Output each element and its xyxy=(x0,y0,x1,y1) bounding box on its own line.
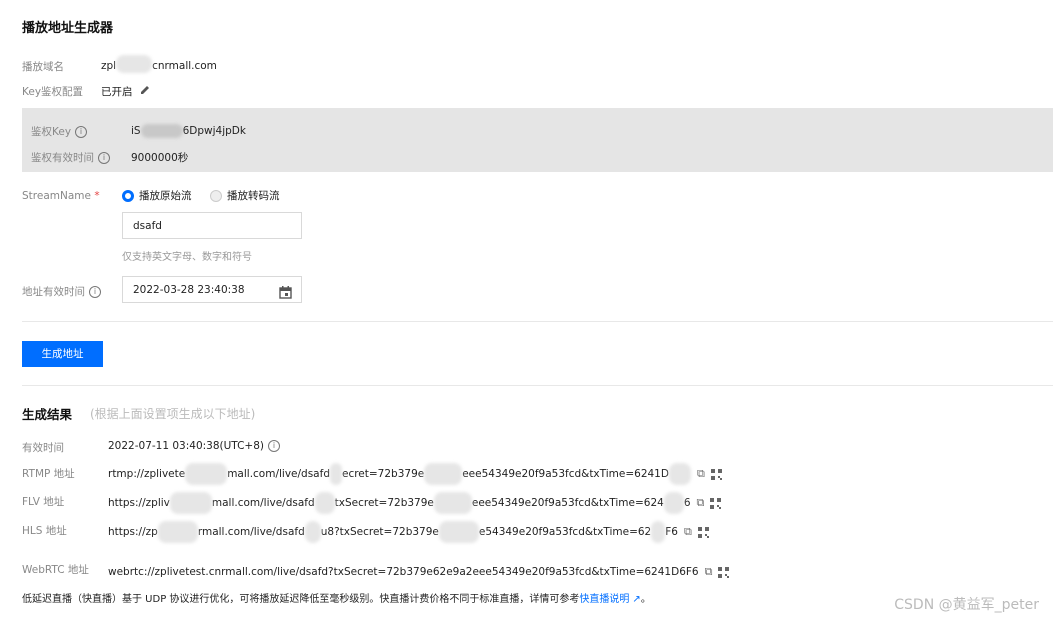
url-part: https://zp xyxy=(108,526,158,538)
auth-valid-value: 9000000秒 xyxy=(131,152,189,164)
copy-icon[interactable]: ⧉ xyxy=(697,496,705,510)
key-auth-status: 已开启 xyxy=(101,86,133,98)
url-part: eee54349e20f9a53fcd&txTime=6241D xyxy=(462,468,669,480)
edit-icon[interactable] xyxy=(140,85,150,98)
result-valid-label: 有效时间 xyxy=(22,442,64,454)
footer-end: 。 xyxy=(640,594,651,605)
redaction-blur xyxy=(314,492,335,514)
result-title: 生成结果 xyxy=(22,407,73,422)
redaction-blur xyxy=(157,521,198,543)
domain-value-prefix: zpl xyxy=(101,60,117,72)
auth-valid-label-text: 鉴权有效时间 xyxy=(31,152,94,164)
url-part: mall.com/live/dsafd xyxy=(227,468,330,480)
copy-icon[interactable]: ⧉ xyxy=(705,565,713,579)
redaction-blur xyxy=(140,124,183,138)
footer-note: 低延迟直播（快直播）基于 UDP 协议进行优化，可将播放延迟降低至毫秒级别。快直… xyxy=(22,590,651,605)
url-part: 6 xyxy=(683,497,691,509)
auth-key-prefix: iS xyxy=(131,125,141,137)
info-icon[interactable]: i xyxy=(98,152,110,164)
radio-original-stream[interactable]: 播放原始流 xyxy=(122,188,192,203)
webrtc-url-text: webrtc://zplivetest.cnrmall.com/live/dsa… xyxy=(108,566,699,578)
url-part: e54349e20f9a53fcd&txTime=62 xyxy=(478,526,652,538)
redaction-blur xyxy=(668,463,691,485)
redaction-blur xyxy=(433,492,472,514)
redaction-blur xyxy=(304,521,321,543)
url-part: https://zpliv xyxy=(108,497,170,509)
copy-icon[interactable]: ⧉ xyxy=(684,525,692,539)
redaction-blur xyxy=(185,463,228,485)
redaction-blur xyxy=(438,521,479,543)
webrtc-label: WebRTC 地址 xyxy=(22,564,89,576)
calendar-icon[interactable] xyxy=(279,283,292,309)
domain-value-suffix: cnrmall.com xyxy=(152,60,217,72)
url-part: F6 xyxy=(665,526,678,538)
qrcode-icon[interactable] xyxy=(718,566,730,578)
webrtc-url: webrtc://zplivetest.cnrmall.com/live/dsa… xyxy=(108,565,730,579)
external-link-icon[interactable]: ↗ xyxy=(632,594,640,605)
footer-text: 低延迟直播（快直播）基于 UDP 协议进行优化，可将播放延迟降低至毫秒级别。快直… xyxy=(22,594,580,605)
redaction-blur xyxy=(663,492,684,514)
info-icon[interactable]: i xyxy=(268,440,281,452)
stream-name-label-text: StreamName xyxy=(22,190,91,202)
domain-label: 播放域名 xyxy=(22,61,64,73)
url-part: u8?txSecret=72b379e xyxy=(320,526,439,538)
rtmp-url: rtmp://zplivete mall.com/live/dsafd ecret=… xyxy=(108,463,722,485)
domain-value: zpl cnrmall.com xyxy=(101,55,217,73)
expire-label: 地址有效时间 i xyxy=(22,284,101,299)
copy-icon[interactable]: ⧉ xyxy=(697,467,705,481)
url-part: ecret=72b379e xyxy=(341,468,425,480)
expire-datetime-input[interactable]: 2022-03-28 23:40:38 xyxy=(122,276,302,303)
url-part: mall.com/live/dsafd xyxy=(211,497,315,509)
qrcode-icon[interactable] xyxy=(710,497,722,509)
auth-valid-label: 鉴权有效时间 i xyxy=(31,150,110,165)
divider xyxy=(22,385,1053,386)
result-valid-text: 2022-07-11 03:40:38(UTC+8) xyxy=(108,440,265,452)
radio-original-label: 播放原始流 xyxy=(139,190,192,202)
radio-selected-icon[interactable] xyxy=(122,190,134,202)
hls-label: HLS 地址 xyxy=(22,525,67,537)
qrcode-icon[interactable] xyxy=(710,468,722,480)
auth-key-value: iS 6Dpwj4jpDk xyxy=(131,124,246,138)
rtmp-label: RTMP 地址 xyxy=(22,468,75,480)
result-valid-value: 2022-07-11 03:40:38(UTC+8) i xyxy=(108,440,281,452)
expire-label-text: 地址有效时间 xyxy=(22,286,85,298)
flv-label: FLV 地址 xyxy=(22,496,65,508)
stream-name-label: StreamName * xyxy=(22,190,100,202)
quick-live-doc-link[interactable]: 快直播说明 xyxy=(579,594,629,605)
expire-datetime-value: 2022-03-28 23:40:38 xyxy=(133,284,245,296)
required-mark: * xyxy=(94,190,100,202)
hls-url: https://zp rmall.com/live/dsafd u8?txSecre… xyxy=(108,521,709,543)
redaction-blur xyxy=(651,521,666,543)
result-subtitle: (根据上面设置项生成以下地址) xyxy=(90,407,256,421)
flv-url: https://zpliv mall.com/live/dsafd txSecret… xyxy=(108,492,722,514)
redaction-blur xyxy=(116,55,153,73)
url-part: rtmp://zplivete xyxy=(108,468,186,480)
info-icon[interactable]: i xyxy=(89,286,101,298)
generate-address-button[interactable]: 生成地址 xyxy=(22,341,103,367)
qrcode-icon[interactable] xyxy=(697,526,709,538)
radio-transcode-stream[interactable]: 播放转码流 xyxy=(210,188,280,203)
auth-key-label-text: 鉴权Key xyxy=(31,126,72,138)
watermark: CSDN @黄益军_peter xyxy=(894,597,1039,613)
key-auth-value: 已开启 xyxy=(101,84,150,99)
page-title: 播放地址生成器 xyxy=(22,21,114,36)
radio-transcode-label: 播放转码流 xyxy=(227,190,280,202)
key-auth-label: Key鉴权配置 xyxy=(22,86,84,98)
radio-unselected-icon[interactable] xyxy=(210,190,222,202)
auth-key-suffix: 6Dpwj4jpDk xyxy=(182,125,246,137)
auth-key-label: 鉴权Key i xyxy=(31,124,88,139)
redaction-blur xyxy=(329,463,342,485)
url-part: rmall.com/live/dsafd xyxy=(197,526,305,538)
redaction-blur xyxy=(424,463,463,485)
redaction-blur xyxy=(169,492,212,514)
info-icon[interactable]: i xyxy=(75,126,88,138)
url-part: eee54349e20f9a53fcd&txTime=624 xyxy=(471,497,664,509)
divider xyxy=(22,321,1053,322)
stream-name-hint: 仅支持英文字母、数字和符号 xyxy=(122,252,252,263)
url-part: txSecret=72b379e xyxy=(334,497,434,509)
stream-name-input[interactable]: dsafd xyxy=(122,212,302,239)
